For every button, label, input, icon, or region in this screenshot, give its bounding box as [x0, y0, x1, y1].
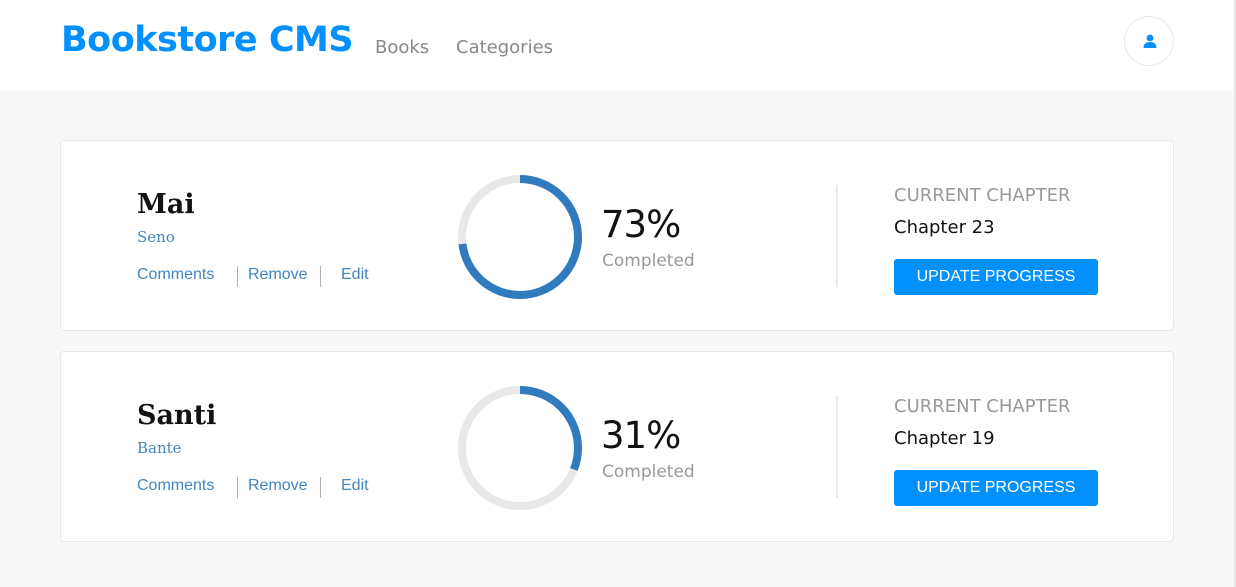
remove-button[interactable]: Remove [248, 266, 308, 284]
percent-complete: 73% [601, 203, 681, 246]
user-icon [1143, 34, 1157, 48]
action-divider [237, 477, 238, 498]
comments-button[interactable]: Comments [137, 477, 214, 495]
book-title: Santi [137, 400, 217, 431]
nav-link-categories[interactable]: Categories [456, 37, 553, 58]
book-author[interactable]: Seno [137, 228, 175, 246]
progress-ring [458, 175, 582, 299]
book-card: Santi Bante Comments Remove Edit 31% Com… [60, 351, 1174, 542]
action-divider [320, 266, 321, 287]
edit-button[interactable]: Edit [341, 477, 369, 495]
completed-label: Completed [602, 251, 695, 271]
top-navbar: Bookstore CMS Books Categories [0, 0, 1236, 90]
user-account-button[interactable] [1124, 16, 1174, 66]
update-progress-button[interactable]: UPDATE PROGRESS [894, 259, 1098, 295]
action-divider [237, 266, 238, 287]
book-author[interactable]: Bante [137, 439, 182, 457]
update-progress-button[interactable]: UPDATE PROGRESS [894, 470, 1098, 506]
book-title: Mai [137, 189, 195, 220]
book-card: Mai Seno Comments Remove Edit 73% Comple… [60, 140, 1174, 331]
remove-button[interactable]: Remove [248, 477, 308, 495]
action-divider [320, 477, 321, 498]
percent-complete: 31% [601, 414, 681, 457]
edit-button[interactable]: Edit [341, 266, 369, 284]
current-chapter-value: Chapter 23 [894, 217, 995, 238]
comments-button[interactable]: Comments [137, 266, 214, 284]
completed-label: Completed [602, 462, 695, 482]
progress-ring [458, 386, 582, 510]
nav-link-books[interactable]: Books [375, 37, 429, 58]
brand-logo[interactable]: Bookstore CMS [61, 20, 354, 60]
current-chapter-label: CURRENT CHAPTER [894, 185, 1071, 206]
current-chapter-label: CURRENT CHAPTER [894, 396, 1071, 417]
vertical-divider [836, 185, 838, 287]
vertical-divider [836, 396, 838, 498]
current-chapter-value: Chapter 19 [894, 428, 995, 449]
